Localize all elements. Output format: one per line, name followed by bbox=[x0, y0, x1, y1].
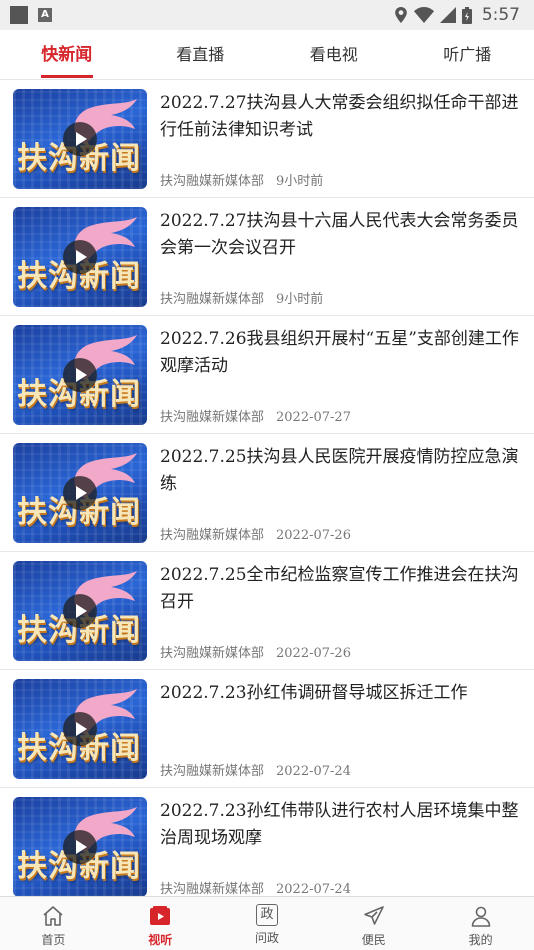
news-item[interactable]: 扶沟新闻 2022.7.23孙红伟带队进行农村人居环境集中整治周现场观摩 扶沟融… bbox=[0, 788, 534, 898]
battery-icon bbox=[461, 6, 472, 24]
news-item[interactable]: 扶沟新闻 2022.7.27扶沟县十六届人民代表大会常务委员会第一次会议召开 扶… bbox=[0, 198, 534, 316]
nav-video-label: 视听 bbox=[148, 933, 173, 947]
news-meta: 扶沟融媒新媒体部 9小时前 bbox=[160, 288, 323, 307]
nav-profile-label: 我的 bbox=[468, 933, 493, 947]
location-icon bbox=[395, 7, 407, 23]
news-time: 9小时前 bbox=[276, 292, 324, 307]
tab-radio[interactable]: 听广播 bbox=[401, 30, 534, 80]
news-title[interactable]: 2022.7.23孙红伟调研督导城区拆迁工作 bbox=[160, 680, 522, 707]
nav-service[interactable]: 便民 bbox=[320, 897, 427, 950]
news-meta: 扶沟融媒新媒体部 9小时前 bbox=[160, 170, 323, 189]
top-tab-bar: 快新闻 看直播 看电视 听广播 bbox=[0, 30, 534, 80]
news-source: 扶沟融媒新媒体部 bbox=[160, 410, 265, 425]
nav-profile[interactable]: 我的 bbox=[427, 897, 534, 950]
nav-home[interactable]: 首页 bbox=[0, 897, 107, 950]
play-icon[interactable] bbox=[63, 476, 97, 510]
news-source: 扶沟融媒新媒体部 bbox=[160, 528, 265, 543]
video-icon bbox=[150, 906, 171, 925]
video-thumbnail[interactable]: 扶沟新闻 bbox=[13, 325, 147, 425]
notification-square-icon bbox=[10, 6, 28, 24]
play-icon[interactable] bbox=[63, 830, 97, 864]
news-title[interactable]: 2022.7.25扶沟县人民医院开展疫情防控应急演练 bbox=[160, 444, 522, 498]
news-meta: 扶沟融媒新媒体部 2022-07-26 bbox=[160, 642, 351, 661]
nav-service-label: 便民 bbox=[361, 933, 386, 947]
news-source: 扶沟融媒新媒体部 bbox=[160, 646, 265, 661]
news-title[interactable]: 2022.7.26我县组织开展村“五星”支部创建工作观摩活动 bbox=[160, 326, 522, 380]
news-source: 扶沟融媒新媒体部 bbox=[160, 764, 265, 779]
video-thumbnail[interactable]: 扶沟新闻 bbox=[13, 443, 147, 543]
news-item[interactable]: 扶沟新闻 2022.7.27扶沟县人大常委会组织拟任命干部进行任前法律知识考试 … bbox=[0, 80, 534, 198]
news-title[interactable]: 2022.7.27扶沟县十六届人民代表大会常务委员会第一次会议召开 bbox=[160, 208, 522, 262]
video-thumbnail[interactable]: 扶沟新闻 bbox=[13, 561, 147, 661]
news-meta: 扶沟融媒新媒体部 2022-07-24 bbox=[160, 760, 351, 779]
tab-live[interactable]: 看直播 bbox=[134, 30, 268, 80]
news-title[interactable]: 2022.7.23孙红伟带队进行农村人居环境集中整治周现场观摩 bbox=[160, 798, 522, 852]
news-time: 9小时前 bbox=[276, 174, 324, 189]
tab-quick-news[interactable]: 快新闻 bbox=[0, 30, 134, 80]
status-bar: A 5:57 bbox=[0, 0, 534, 30]
news-item[interactable]: 扶沟新闻 2022.7.25全市纪检监察宣传工作推进会在扶沟召开 扶沟融媒新媒体… bbox=[0, 552, 534, 670]
gov-icon: 政 bbox=[255, 904, 278, 926]
news-meta: 扶沟融媒新媒体部 2022-07-26 bbox=[160, 524, 351, 543]
nav-gov-label: 问政 bbox=[254, 931, 279, 945]
video-thumbnail[interactable]: 扶沟新闻 bbox=[13, 679, 147, 779]
news-time: 2022-07-24 bbox=[276, 882, 351, 897]
news-time: 2022-07-24 bbox=[276, 764, 351, 779]
play-icon[interactable] bbox=[63, 122, 97, 156]
nav-gov[interactable]: 政 问政 bbox=[214, 897, 321, 950]
news-time: 2022-07-26 bbox=[276, 528, 351, 543]
news-time: 2022-07-26 bbox=[276, 646, 351, 661]
tab-tv[interactable]: 看电视 bbox=[267, 30, 401, 80]
video-thumbnail[interactable]: 扶沟新闻 bbox=[13, 89, 147, 189]
play-icon[interactable] bbox=[63, 358, 97, 392]
news-meta: 扶沟融媒新媒体部 2022-07-24 bbox=[160, 878, 351, 897]
news-time: 2022-07-27 bbox=[276, 410, 351, 425]
news-title[interactable]: 2022.7.27扶沟县人大常委会组织拟任命干部进行任前法律知识考试 bbox=[160, 90, 522, 144]
news-list[interactable]: 扶沟新闻 2022.7.27扶沟县人大常委会组织拟任命干部进行任前法律知识考试 … bbox=[0, 80, 534, 898]
video-thumbnail[interactable]: 扶沟新闻 bbox=[13, 207, 147, 307]
nav-home-label: 首页 bbox=[41, 933, 66, 947]
send-icon bbox=[363, 906, 384, 925]
news-item[interactable]: 扶沟新闻 2022.7.25扶沟县人民医院开展疫情防控应急演练 扶沟融媒新媒体部… bbox=[0, 434, 534, 552]
signal-icon bbox=[439, 7, 456, 23]
news-title[interactable]: 2022.7.25全市纪检监察宣传工作推进会在扶沟召开 bbox=[160, 562, 522, 616]
news-item[interactable]: 扶沟新闻 2022.7.23孙红伟调研督导城区拆迁工作 扶沟融媒新媒体部 2022… bbox=[0, 670, 534, 788]
play-icon[interactable] bbox=[63, 240, 97, 274]
app-notification-icon: A bbox=[38, 8, 52, 22]
wifi-icon bbox=[413, 7, 434, 23]
play-icon[interactable] bbox=[63, 594, 97, 628]
clock-time: 5:57 bbox=[481, 5, 520, 25]
news-item[interactable]: 扶沟新闻 2022.7.26我县组织开展村“五星”支部创建工作观摩活动 扶沟融媒… bbox=[0, 316, 534, 434]
nav-video[interactable]: 视听 bbox=[107, 897, 214, 950]
bottom-nav: 首页 视听 政 问政 便民 我的 bbox=[0, 896, 534, 950]
news-source: 扶沟融媒新媒体部 bbox=[160, 882, 265, 897]
news-meta: 扶沟融媒新媒体部 2022-07-27 bbox=[160, 406, 351, 425]
user-icon bbox=[471, 906, 490, 927]
video-thumbnail[interactable]: 扶沟新闻 bbox=[13, 797, 147, 897]
play-icon[interactable] bbox=[63, 712, 97, 746]
home-icon bbox=[43, 906, 63, 926]
news-source: 扶沟融媒新媒体部 bbox=[160, 174, 265, 189]
news-source: 扶沟融媒新媒体部 bbox=[160, 292, 265, 307]
